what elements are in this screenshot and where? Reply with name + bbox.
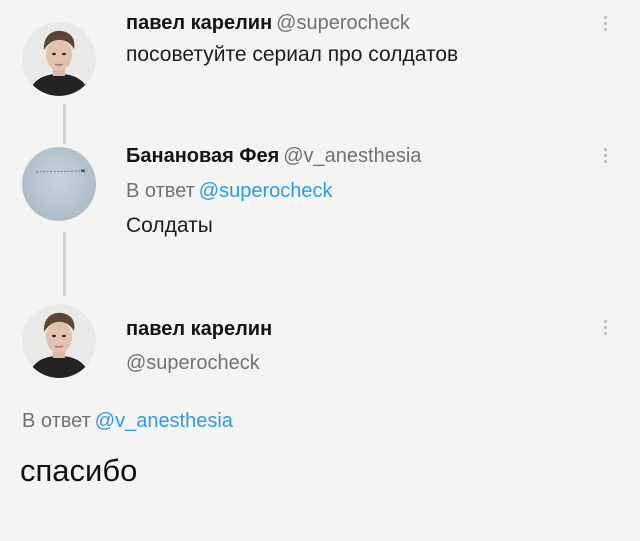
tweet-thread: павел карелин @superocheck посоветуйте се… [0,0,640,541]
mention-link[interactable]: @superocheck [199,180,333,202]
reply-prefix: В ответ [126,180,195,202]
tweet-text: посоветуйте сериал про солдатов [126,43,459,66]
author-handle[interactable]: @superocheck [126,352,260,375]
author-name[interactable]: павел карелин [126,12,272,34]
reply-context: В ответ @v_anesthesia [22,410,233,433]
avatar[interactable] [22,304,96,378]
kebab-menu-icon[interactable] [600,320,610,340]
reply-context: В ответ @superocheck [126,180,332,203]
author-name[interactable]: павел карелин [126,318,272,341]
avatar[interactable] [22,22,96,96]
tweet-header: Банановая Фея @v_anesthesia [126,145,421,168]
tweet-header: павел карелин @superocheck [126,12,410,35]
author-handle[interactable]: @v_anesthesia [283,145,421,167]
thread-connector [63,104,66,144]
author-handle[interactable]: @superocheck [276,12,410,34]
kebab-menu-icon[interactable] [600,16,610,36]
kebab-menu-icon[interactable] [600,148,610,168]
mention-link[interactable]: @v_anesthesia [95,410,233,432]
tweet-text: спасибо [20,453,138,488]
tweet-text: Солдаты [126,214,213,237]
author-name[interactable]: Банановая Фея [126,145,279,167]
thread-connector [63,232,66,296]
avatar[interactable] [22,147,96,221]
reply-prefix: В ответ [22,410,91,432]
